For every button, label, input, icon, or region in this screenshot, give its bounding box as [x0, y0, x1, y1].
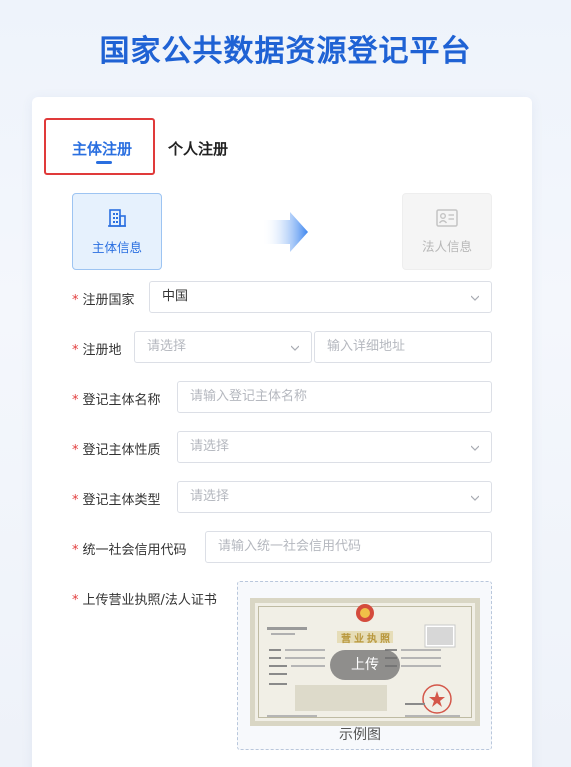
- entity-nature-select[interactable]: 请选择: [177, 431, 492, 463]
- upload-label-text: 上传营业执照/法人证书: [82, 593, 217, 608]
- credit-code-placeholder: 请输入统一社会信用代码: [218, 539, 362, 554]
- entity-type-select[interactable]: 请选择: [177, 481, 492, 513]
- location-label: * 注册地: [72, 339, 122, 358]
- entity-name-label-text: 登记主体名称: [82, 393, 161, 408]
- entity-name-input[interactable]: 请输入登记主体名称: [177, 381, 492, 413]
- active-tab-indicator: [96, 161, 112, 164]
- chevron-down-icon: [291, 345, 299, 351]
- country-select-value: 中国: [162, 289, 189, 304]
- entity-nature-placeholder: 请选择: [190, 439, 230, 454]
- entity-type-label: * 登记主体类型: [72, 489, 161, 508]
- upload-button[interactable]: 上传: [330, 650, 400, 680]
- sample-image-caption: 示例图: [339, 727, 381, 743]
- entity-name-label: * 登记主体名称: [72, 389, 161, 408]
- building-icon: [107, 208, 127, 231]
- entity-nature-label: * 登记主体性质: [72, 439, 161, 458]
- step-legal-person-info[interactable]: 法人信息: [402, 193, 492, 270]
- upload-label: * 上传营业执照/法人证书: [72, 589, 217, 608]
- country-select[interactable]: 中国: [149, 281, 492, 313]
- page-title: 国家公共数据资源登记平台: [99, 34, 472, 69]
- tab-company-registration[interactable]: 主体注册: [72, 138, 132, 159]
- credit-code-label: * 统一社会信用代码: [72, 539, 187, 558]
- required-mark: *: [72, 543, 79, 558]
- required-mark: *: [72, 293, 79, 308]
- country-label: * 注册国家: [72, 289, 135, 308]
- step-entity-info[interactable]: 主体信息: [72, 193, 162, 270]
- chevron-down-icon: [471, 445, 479, 451]
- entity-nature-label-text: 登记主体性质: [82, 443, 161, 458]
- step-label: 法人信息: [421, 238, 472, 254]
- tab-personal-registration[interactable]: 个人注册: [168, 138, 228, 159]
- required-mark: *: [72, 493, 79, 508]
- chevron-down-icon: [471, 495, 479, 501]
- required-mark: *: [72, 443, 79, 458]
- id-card-icon: [436, 208, 458, 230]
- country-label-text: 注册国家: [82, 293, 135, 308]
- step-arrow-icon: [262, 212, 310, 252]
- license-title: 营业执照: [341, 634, 393, 645]
- location-select-placeholder: 请选择: [147, 339, 187, 354]
- location-select[interactable]: 请选择: [134, 331, 312, 363]
- required-mark: *: [72, 393, 79, 408]
- credit-code-input[interactable]: 请输入统一社会信用代码: [205, 531, 492, 563]
- entity-type-placeholder: 请选择: [190, 489, 230, 504]
- entity-type-label-text: 登记主体类型: [82, 493, 161, 508]
- location-label-text: 注册地: [82, 343, 122, 358]
- credit-code-label-text: 统一社会信用代码: [82, 543, 187, 558]
- address-input[interactable]: 输入详细地址: [314, 331, 492, 363]
- chevron-down-icon: [471, 295, 479, 301]
- required-mark: *: [72, 343, 79, 358]
- step-label: 主体信息: [91, 239, 142, 255]
- required-mark: *: [72, 593, 79, 608]
- address-input-placeholder: 输入详细地址: [327, 339, 406, 354]
- entity-name-placeholder: 请输入登记主体名称: [190, 389, 308, 404]
